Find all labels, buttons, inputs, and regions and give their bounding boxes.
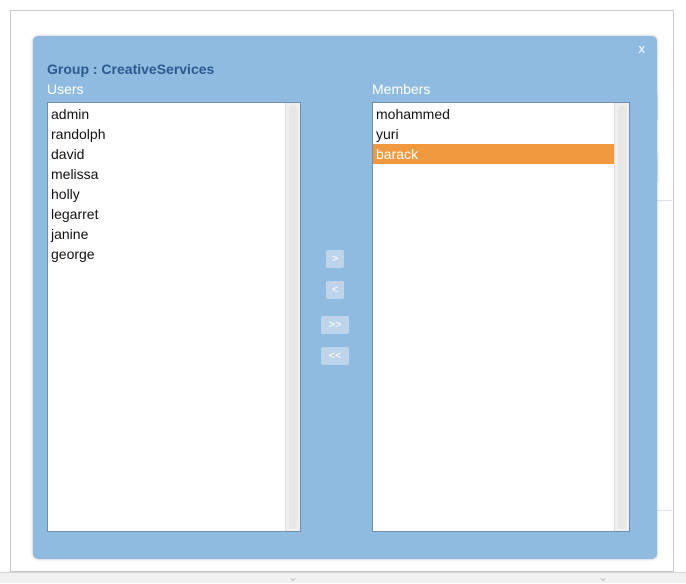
- group-title: Group : CreativeServices: [47, 61, 215, 77]
- remove-member-button[interactable]: <: [326, 281, 344, 299]
- add-member-button[interactable]: >: [326, 250, 344, 268]
- remove-all-members-button[interactable]: <<: [321, 347, 349, 365]
- close-button[interactable]: x: [639, 42, 646, 56]
- member-list-item[interactable]: yuri: [373, 124, 614, 144]
- user-list-item[interactable]: legarret: [48, 204, 285, 224]
- user-list-item[interactable]: melissa: [48, 164, 285, 184]
- member-list-item[interactable]: mohammed: [373, 104, 614, 124]
- users-heading: Users: [47, 81, 84, 97]
- user-list-item[interactable]: randolph: [48, 124, 285, 144]
- members-listbox[interactable]: mohammed yuri barack: [372, 102, 630, 532]
- add-all-members-button[interactable]: >>: [321, 316, 349, 334]
- user-list-item[interactable]: david: [48, 144, 285, 164]
- users-scrollbar[interactable]: [285, 103, 300, 531]
- members-heading: Members: [372, 81, 431, 97]
- page-bottom-strip: [0, 572, 686, 583]
- members-list: mohammed yuri barack: [373, 103, 614, 164]
- users-listbox[interactable]: admin randolph david melissa holly legarret ja…: [47, 102, 301, 532]
- members-scrollbar[interactable]: [614, 103, 629, 531]
- user-list-item[interactable]: janine: [48, 224, 285, 244]
- member-list-item[interactable]: barack: [373, 144, 614, 164]
- users-list: admin randolph david melissa holly legarret ja…: [48, 103, 285, 264]
- group-members-dialog: x Group : CreativeServices Users Members…: [33, 36, 657, 559]
- user-list-item[interactable]: holly: [48, 184, 285, 204]
- user-list-item[interactable]: admin: [48, 104, 285, 124]
- user-list-item[interactable]: george: [48, 244, 285, 264]
